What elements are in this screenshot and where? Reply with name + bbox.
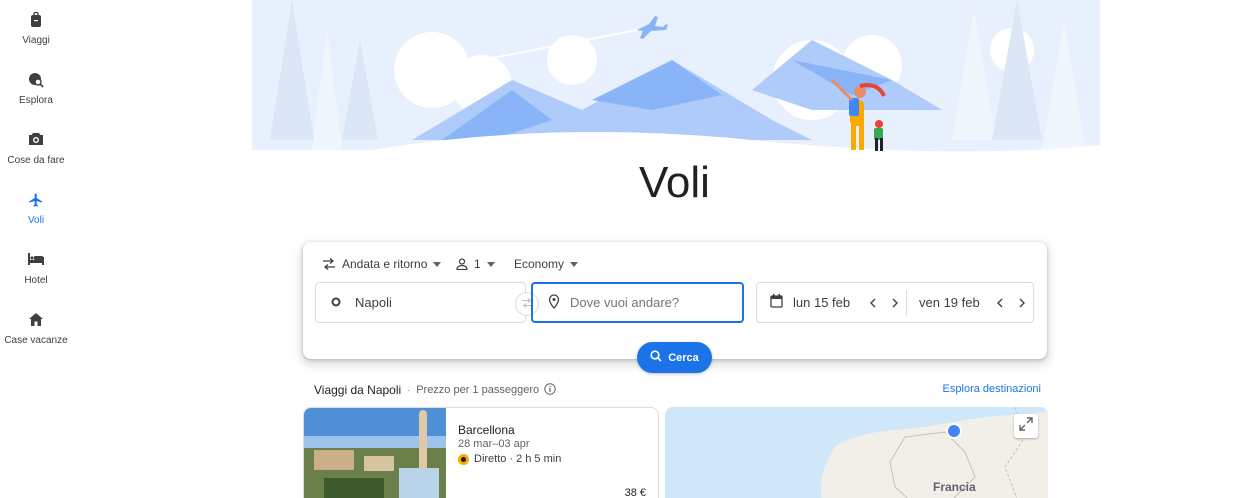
trip-stops: Diretto [474,453,507,465]
nav-label: Esplora [19,95,53,106]
nav-label: Voli [27,215,45,226]
nav-item-esplora[interactable]: Esplora [0,66,72,116]
flight-search-card: Andata e ritorno 1 Economy Napoli Dove v… [303,242,1047,373]
chevron-right-icon[interactable] [1011,292,1033,314]
chevron-down-icon [570,261,579,267]
home-icon [0,312,72,334]
nav-label: Case vacanze [4,335,68,346]
trip-flight-info: Diretto · 2 h 5 min [458,453,561,465]
nav-item-viaggi[interactable]: Viaggi [0,6,72,56]
cabin-class-label: Economy [514,257,565,271]
destination-photo [304,408,446,498]
camera-icon [0,132,72,154]
date-range-field: lun 15 feb ven 19 feb [756,282,1034,323]
separator-dot: · [407,385,411,395]
trip-card-barcellona[interactable]: Barcellona 28 mar–03 apr Diretto · 2 h 5… [303,407,659,498]
chevron-down-icon [433,261,442,267]
destinations-map[interactable]: Francia [665,407,1048,498]
return-date-value: ven 19 feb [919,295,980,310]
nav-item-hotel[interactable]: Hotel [0,246,72,296]
nav-label: Hotel [24,275,48,286]
map-country-label: Francia [933,480,976,494]
trips-section-header: Viaggi da Napoli · Prezzo per 1 passegge… [314,381,556,399]
airline-logo-icon [458,453,469,465]
expand-icon [1019,416,1033,436]
return-date-field[interactable]: ven 19 feb [907,283,1033,322]
chevron-down-icon [486,261,495,267]
hotel-bed-icon [0,252,72,274]
passengers-count: 1 [474,257,481,271]
destination-input[interactable] [570,295,730,310]
passengers-select[interactable]: 1 [456,254,495,274]
origin-value: Napoli [355,295,392,310]
chevron-right-icon[interactable] [884,292,906,314]
explore-icon [0,72,72,94]
origin-circle-icon [331,295,341,310]
nav-label: Viaggi [22,35,50,46]
trip-duration: 2 h 5 min [516,453,562,465]
trip-city: Barcellona [458,423,515,437]
luggage-icon [0,12,72,34]
page-title: Voli [639,158,710,207]
swap-arrows-icon [322,258,336,270]
trip-dates: 28 mar–03 apr [458,438,530,450]
price-note: Prezzo per 1 passeggero [416,384,540,396]
search-icon [650,350,668,365]
trip-type-label: Andata e ritorno [342,257,428,271]
separator-dot: · [509,453,514,465]
hero-illustration [252,0,1100,175]
explore-destinations-link[interactable]: Esplora destinazioni [943,383,1041,395]
google-flights-page: Viaggi Esplora Cose da fare Voli Hotel C… [0,0,1251,498]
search-button[interactable]: Cerca [637,342,712,373]
person-icon [456,258,468,270]
side-nav: Viaggi Esplora Cose da fare Voli Hotel C… [0,0,72,498]
calendar-icon [770,294,783,311]
depart-date-field[interactable]: lun 15 feb [757,289,907,316]
trip-type-select[interactable]: Andata e ritorno [322,254,442,274]
trips-heading: Viaggi da Napoli [314,383,402,397]
destination-field[interactable] [531,282,744,323]
trip-price: 38 € [624,487,646,498]
depart-date-value: lun 15 feb [793,295,851,310]
expand-map-button[interactable] [1014,414,1038,438]
info-icon[interactable] [544,382,556,398]
chevron-left-icon[interactable] [989,292,1011,314]
nav-item-case-vacanze[interactable]: Case vacanze [0,306,72,356]
cabin-class-select[interactable]: Economy [514,254,579,274]
search-button-label: Cerca [668,351,699,364]
origin-field[interactable]: Napoli [315,282,526,323]
location-pin-icon [548,293,560,312]
chevron-left-icon[interactable] [862,292,884,314]
